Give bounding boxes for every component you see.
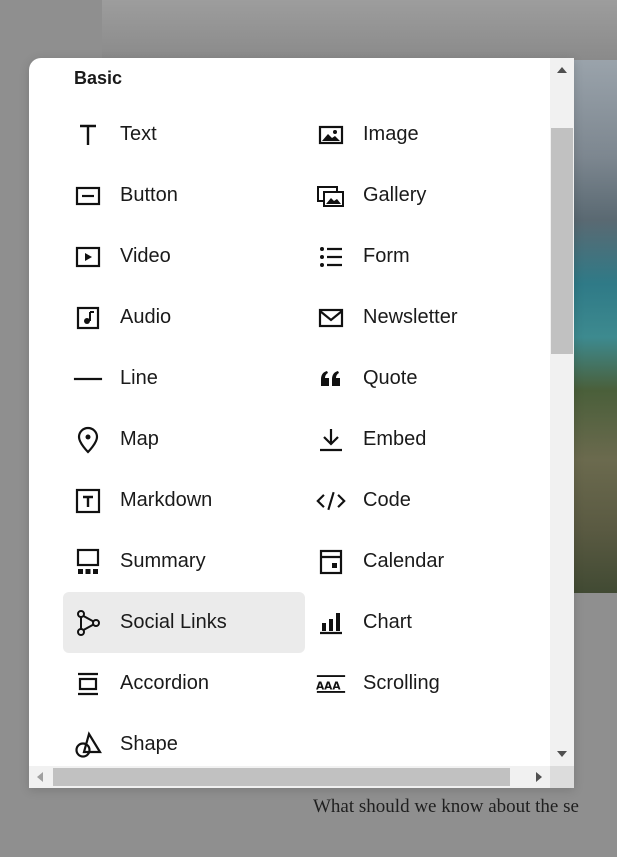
block-item-audio[interactable]: Audio [63, 287, 305, 348]
block-item-label: Quote [363, 367, 418, 389]
block-item-label: Code [363, 489, 411, 511]
section-title-basic: Basic [74, 68, 123, 88]
block-item-social-links[interactable]: Social Links [63, 592, 305, 653]
block-item-form[interactable]: Form [306, 226, 543, 287]
block-item-quote[interactable]: Quote [306, 348, 543, 409]
block-item-label: Scrolling [363, 672, 440, 694]
line-icon [73, 364, 103, 394]
block-item-summary[interactable]: Summary [63, 531, 305, 592]
block-item-label: Markdown [120, 489, 213, 511]
block-item-label: Video [120, 245, 171, 267]
background-page-text: What should we know about the se [313, 796, 579, 817]
block-item-embed[interactable]: Embed [306, 409, 543, 470]
accordion-icon [73, 669, 103, 699]
block-item-line[interactable]: Line [63, 348, 305, 409]
block-item-gallery[interactable]: Gallery [306, 165, 543, 226]
markdown-icon [73, 486, 103, 516]
block-item-label: Shape [120, 733, 178, 755]
block-item-label: Calendar [363, 550, 445, 572]
block-item-chart[interactable]: Chart [306, 592, 543, 653]
embed-icon [316, 425, 346, 455]
block-item-label: Form [363, 245, 410, 267]
scrolling-icon: AAA [316, 669, 346, 699]
newsletter-icon [316, 303, 346, 333]
calendar-icon [316, 547, 346, 577]
block-item-newsletter[interactable]: Newsletter [306, 287, 543, 348]
add-block-menu: Basic Text Image Button Gallery Video Fo… [29, 58, 574, 788]
block-item-label: Summary [120, 550, 206, 572]
block-item-label: Map [120, 428, 159, 450]
gallery-icon [316, 181, 346, 211]
block-item-label: Newsletter [363, 306, 458, 328]
block-item-label: Line [120, 367, 158, 389]
background-page-top [102, 0, 617, 60]
social-links-icon [73, 608, 103, 638]
block-item-label: Gallery [363, 184, 427, 206]
block-item-label: Text [120, 123, 157, 145]
text-icon [73, 120, 103, 150]
button-icon [73, 181, 103, 211]
block-item-label: Embed [363, 428, 427, 450]
svg-text:AAA: AAA [316, 680, 341, 692]
scroll-left-arrow-icon[interactable] [29, 766, 51, 788]
block-item-label: Button [120, 184, 178, 206]
quote-icon [316, 364, 346, 394]
map-pin-icon [73, 425, 103, 455]
image-icon [316, 120, 346, 150]
block-item-markdown[interactable]: Markdown [63, 470, 305, 531]
scroll-up-arrow-icon[interactable] [550, 58, 574, 82]
form-icon [316, 242, 346, 272]
block-item-code[interactable]: Code [306, 470, 543, 531]
scrollbar-corner [550, 766, 574, 788]
scroll-down-arrow-icon[interactable] [550, 742, 574, 766]
block-item-label: Social Links [120, 611, 227, 633]
chart-icon [316, 608, 346, 638]
scroll-right-arrow-icon[interactable] [528, 766, 550, 788]
block-item-label: Audio [120, 306, 172, 328]
block-item-scrolling[interactable]: AAA Scrolling [306, 653, 543, 714]
code-icon [316, 486, 346, 516]
block-item-video[interactable]: Video [63, 226, 305, 287]
block-item-map[interactable]: Map [63, 409, 305, 470]
horizontal-scrollbar-thumb[interactable] [53, 768, 510, 786]
audio-icon [73, 303, 103, 333]
vertical-scrollbar[interactable] [550, 58, 574, 766]
summary-icon [73, 547, 103, 577]
vertical-scrollbar-thumb[interactable] [551, 128, 573, 354]
video-icon [73, 242, 103, 272]
block-item-accordion[interactable]: Accordion [63, 653, 305, 714]
block-item-text[interactable]: Text [63, 104, 305, 165]
block-item-button[interactable]: Button [63, 165, 305, 226]
block-item-image[interactable]: Image [306, 104, 543, 165]
block-item-label: Chart [363, 611, 412, 633]
block-item-label: Image [363, 123, 419, 145]
block-item-calendar[interactable]: Calendar [306, 531, 543, 592]
shape-icon [73, 730, 103, 760]
block-item-label: Accordion [120, 672, 209, 694]
horizontal-scrollbar[interactable] [29, 766, 550, 788]
